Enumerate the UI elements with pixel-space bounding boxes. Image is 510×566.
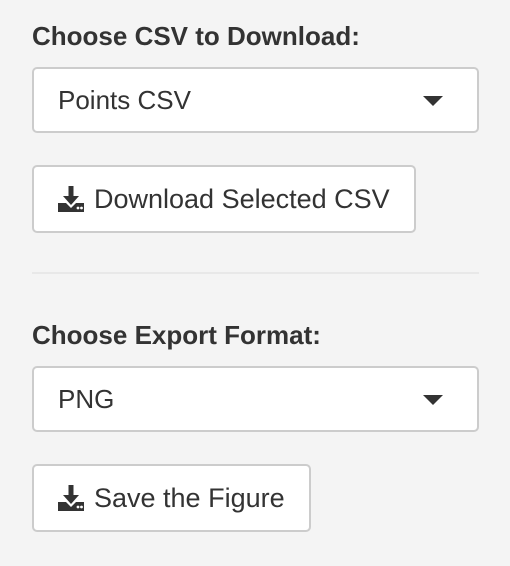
chevron-down-icon	[423, 96, 443, 106]
download-csv-button-label: Download Selected CSV	[94, 184, 390, 214]
export-format-dropdown[interactable]: PNG	[32, 366, 479, 432]
export-format-label: Choose Export Format:	[32, 320, 321, 350]
download-icon	[56, 483, 86, 513]
section-divider	[32, 272, 479, 274]
save-figure-button[interactable]: Save the Figure	[32, 464, 311, 532]
csv-select-dropdown[interactable]: Points CSV	[32, 67, 479, 133]
download-icon	[56, 184, 86, 214]
download-csv-button[interactable]: Download Selected CSV	[32, 165, 416, 233]
export-format-value: PNG	[58, 384, 115, 414]
csv-select-value: Points CSV	[58, 85, 191, 115]
chevron-down-icon	[423, 395, 443, 405]
csv-select-label: Choose CSV to Download:	[32, 21, 360, 51]
save-figure-button-label: Save the Figure	[94, 483, 285, 513]
